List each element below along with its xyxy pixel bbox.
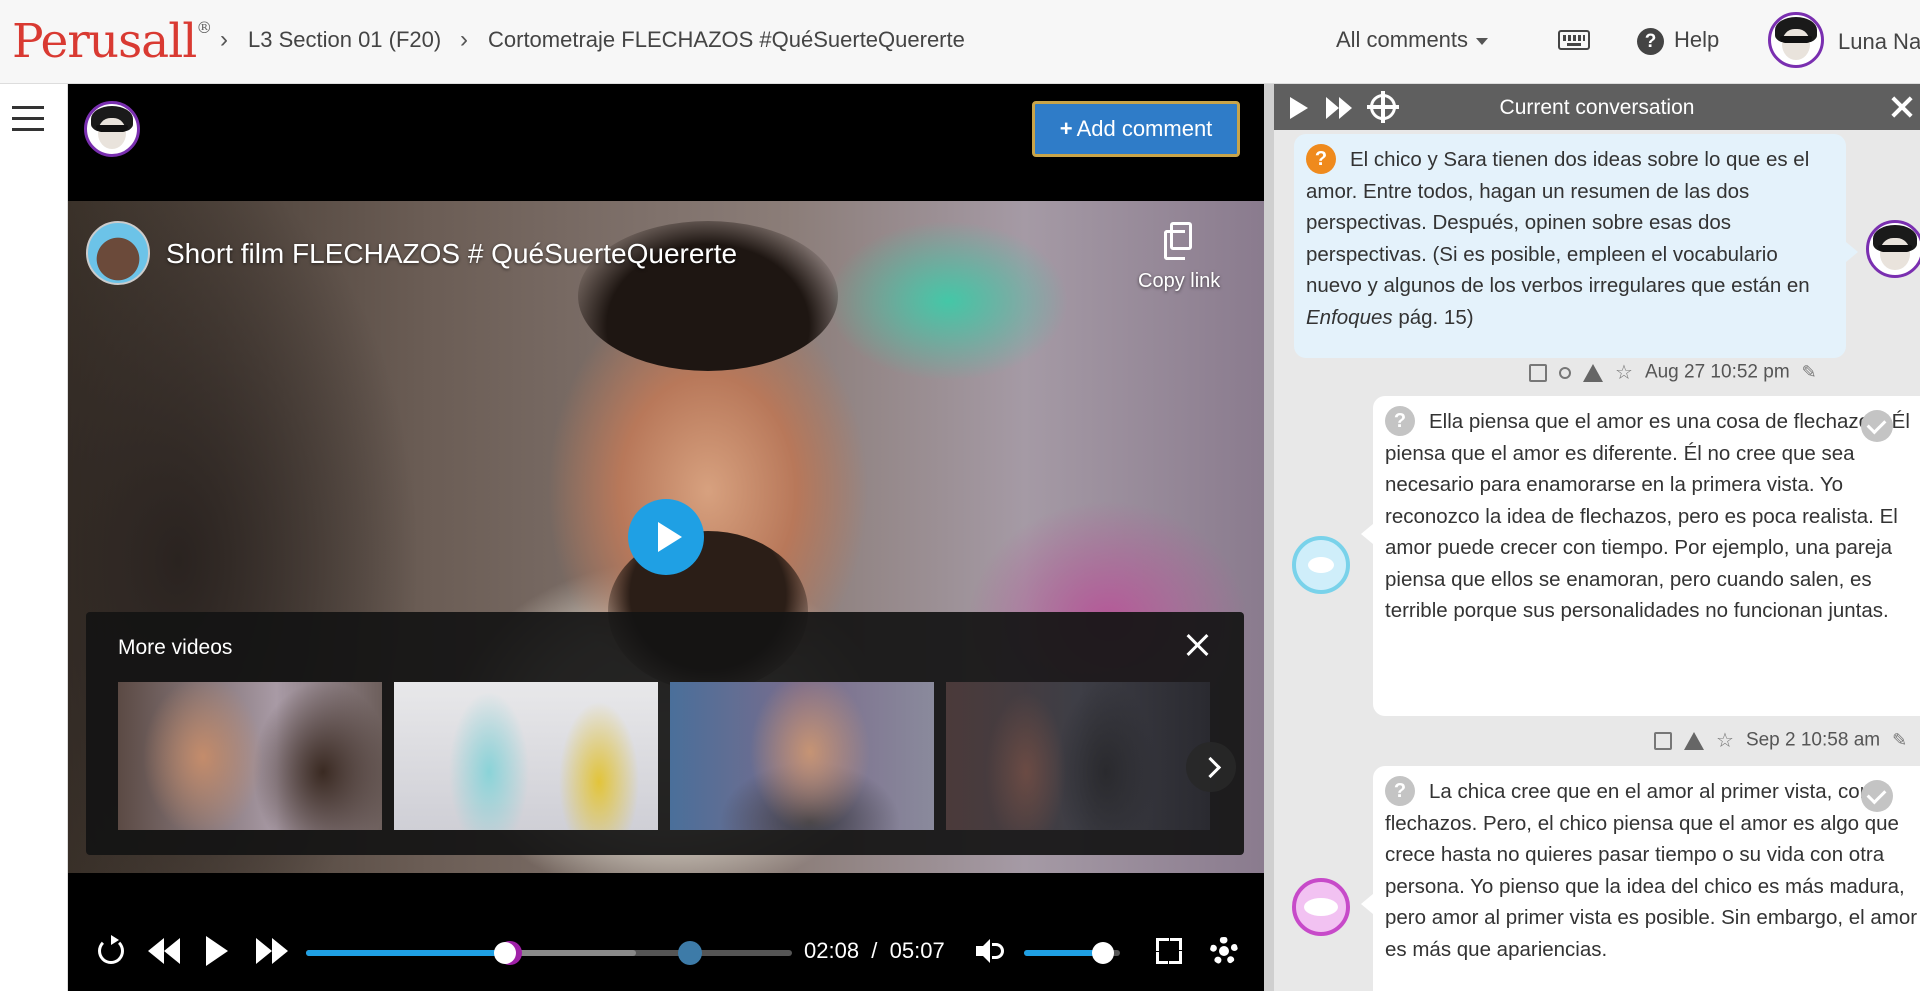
user-avatar[interactable] [1768,12,1824,68]
comment-timestamp: Aug 27 10:52 pm [1644,361,1790,383]
settings-icon[interactable] [1210,937,1238,965]
help-icon[interactable]: ? [1637,28,1664,55]
star-icon[interactable]: ☆ [1615,360,1633,385]
user-name[interactable]: Luna Na [1838,29,1920,55]
plus-icon: + [1059,116,1073,141]
chevron-right-icon: › [220,26,228,53]
comment-meta: ☆ Sep 2 10:58 am ✎ [1654,728,1919,753]
edit-icon[interactable]: ✎ [1892,730,1907,751]
author-avatar[interactable] [1292,536,1350,594]
time-separator: / [871,938,878,963]
comment-meta: ☆ Aug 27 10:52 pm ✎ [1529,360,1829,385]
channel-avatar[interactable] [86,221,150,285]
add-comment-button[interactable]: + Add comment [1032,101,1240,157]
comments-filter-label: All comments [1336,27,1469,52]
chevron-right-icon[interactable] [1186,742,1236,792]
left-rail [0,84,68,991]
more-videos-title: More videos [118,636,233,659]
question-icon: ? [1385,775,1415,806]
edit-icon[interactable]: ✎ [1802,362,1817,383]
breadcrumb-course[interactable]: L3 Section 01 (F20) [248,27,441,53]
perusall-logo[interactable]: Perusall® [12,14,212,69]
volume-slider[interactable] [1024,942,1120,964]
check-icon[interactable] [1861,410,1893,442]
question-icon: ? [1385,405,1415,436]
close-icon[interactable] [1890,96,1912,118]
help-link[interactable]: Help [1674,27,1719,53]
video-title[interactable]: Short film FLECHAZOS # QuéSuerteQuererte [166,238,737,270]
video-thumbnail[interactable] [946,682,1210,830]
volume-icon[interactable] [976,938,1006,964]
warning-icon[interactable] [1583,363,1603,382]
video-thumbnail[interactable] [118,682,382,830]
video-thumbnail[interactable] [670,682,934,830]
seek-played [306,950,506,956]
seek-bar[interactable] [306,941,792,965]
duration: 05:07 [889,938,945,963]
play-overlay-button[interactable] [628,499,704,575]
rewind-icon[interactable] [148,938,184,964]
caret-down-icon [1476,37,1489,45]
menu-icon[interactable] [12,106,44,132]
fast-forward-icon[interactable] [256,938,292,964]
conversation-panel: Current conversation ? El chico y Sara ti… [1264,84,1920,991]
reply-comment[interactable]: ? Ella piensa que el amor es una cosa de … [1361,396,1920,716]
volume-fill [1024,950,1103,956]
author-avatar[interactable] [1292,878,1350,936]
time-display: 02:08 / 05:07 [804,938,945,964]
link-icon[interactable] [1559,366,1571,379]
question-comment[interactable]: ? El chico y Sara tienen dos ideas sobre … [1294,134,1858,358]
conversation-header: Current conversation [1274,84,1920,130]
comment-marker[interactable] [677,941,702,965]
user-avatar-small[interactable] [84,101,140,157]
player-controls: 02:08 / 05:07 [68,926,1264,980]
breadcrumb-document: Cortometraje FLECHAZOS #QuéSuerteQuerert… [488,27,965,52]
star-icon[interactable]: ☆ [1716,728,1734,753]
comment-timestamp: Sep 2 10:58 am [1745,729,1881,751]
chevron-right-icon: › [460,26,468,53]
replay-icon[interactable] [98,935,124,964]
reply-comment[interactable]: ? La chica cree que en el amor al primer … [1361,766,1920,991]
keyboard-icon[interactable] [1558,30,1590,50]
check-icon[interactable] [1861,780,1893,812]
play-icon[interactable] [206,936,228,966]
copy-link-button[interactable]: Copy link [1138,270,1220,293]
copy-icon[interactable] [1654,731,1672,750]
top-bar: Perusall® › L3 Section 01 (F20) › Cortom… [0,0,1920,84]
conversation-title: Current conversation [1499,96,1695,119]
warning-icon[interactable] [1684,731,1704,750]
close-icon[interactable] [1184,632,1210,658]
video-thumbnail[interactable] [394,682,658,830]
question-icon: ? [1306,143,1336,174]
volume-handle[interactable] [1091,942,1114,964]
author-avatar[interactable] [1866,220,1920,278]
more-videos-panel: More videos [86,612,1244,855]
comments-filter-dropdown[interactable]: All comments [1336,27,1489,53]
fullscreen-icon[interactable] [1156,938,1182,964]
current-time: 02:08 [804,938,860,963]
copy-icon[interactable] [1529,363,1547,382]
copy-icon[interactable] [1164,222,1192,260]
